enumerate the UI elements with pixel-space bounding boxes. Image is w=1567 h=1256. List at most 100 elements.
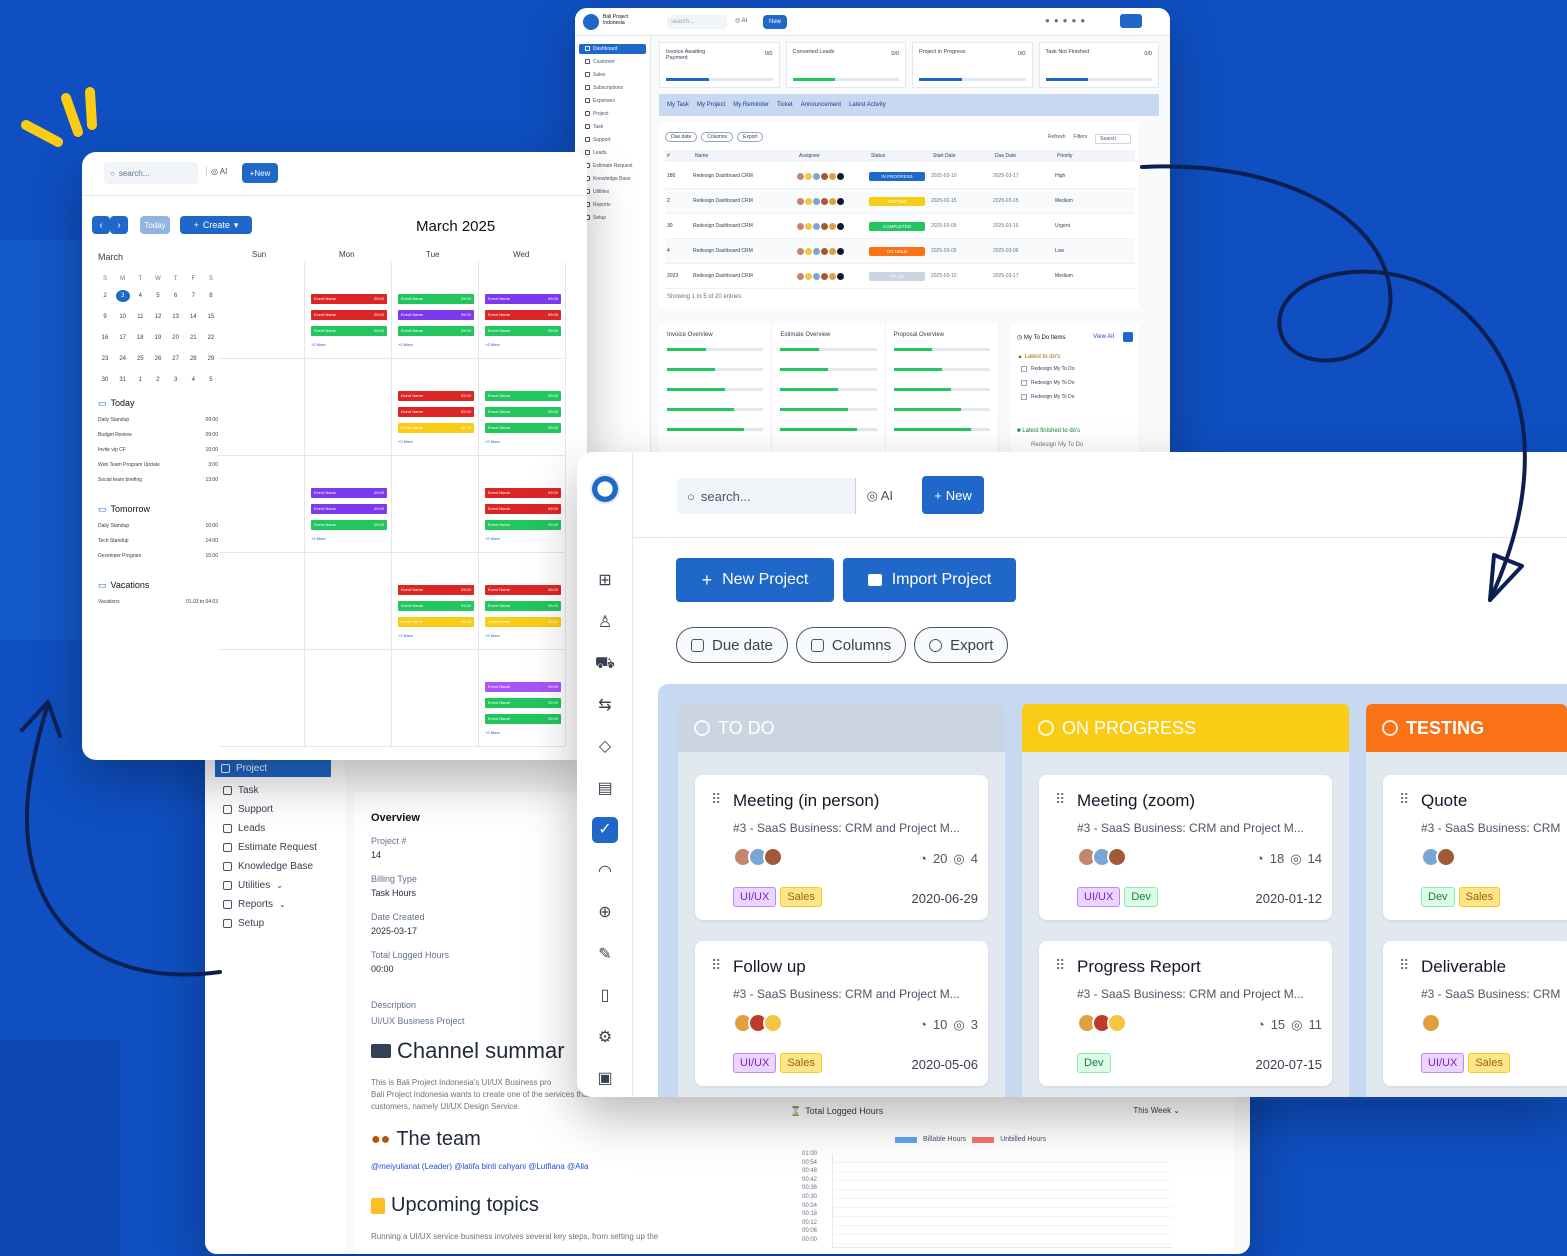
mini-day[interactable]: 22 [204,332,218,344]
calendar-day-cell[interactable] [305,553,392,650]
report-nav-item[interactable]: Task [223,785,345,796]
drag-handle-icon[interactable]: ⠿ [1399,957,1409,974]
dashboard-tab[interactable]: My Reminder [733,102,769,108]
mini-day[interactable]: 3 [115,290,130,302]
checkbox[interactable] [1021,394,1027,400]
calendar-day-cell[interactable] [218,262,305,359]
calendar-event[interactable]: Event Name 09:00 [398,391,474,401]
mini-day[interactable]: 18 [133,332,147,344]
kanban-card[interactable]: ⠿ Meeting (in person) #3 - SaaS Business: … [695,775,988,920]
calendar-event[interactable]: Event Name 09:00 [398,423,474,433]
mini-day[interactable]: 21 [186,332,200,344]
report-nav-item[interactable]: Knowledge Base [223,861,345,872]
kanban-card[interactable]: ⠿ Deliverable #3 - SaaS Business: CRM UI/UX… [1383,941,1567,1086]
calendar-event[interactable]: Event Name 09:00 [311,310,387,320]
mini-day[interactable]: 12 [151,311,165,323]
more-events-link[interactable]: +2 More [485,536,500,541]
kanban-card[interactable]: ⠿ Quote #3 - SaaS Business: CRM Dev Sales [1383,775,1567,920]
mini-day[interactable]: 24 [116,353,130,365]
calendar-event[interactable]: Event Name 09:00 [398,326,474,336]
filter-pill-export[interactable]: Export [914,627,1009,663]
headset-icon[interactable]: ◠ [592,859,618,885]
calendar-day-cell[interactable]: Event Name 09:00 Event Name 09:00 Event Name… [479,359,566,456]
mini-day[interactable]: 4 [133,290,147,302]
grid-icon[interactable]: ⊞ [592,568,618,594]
mini-day[interactable]: 14 [186,311,200,323]
calendar-event[interactable]: Event Name 09:00 [485,698,561,708]
dashboard-tab[interactable]: My Project [697,102,725,108]
dashboard-tab[interactable]: My Task [667,102,689,108]
calendar-day-cell[interactable] [392,650,479,747]
calendar-event[interactable]: Event Name 09:00 [485,391,561,401]
calendar-day-cell[interactable]: Event Name 09:00 Event Name 09:00 Event Name… [479,262,566,359]
report-nav-item[interactable]: Support [223,804,345,815]
table-filter-pill[interactable]: Export [737,132,764,142]
mini-day[interactable]: 9 [98,311,112,323]
mini-day[interactable]: 26 [151,353,165,365]
file-icon[interactable]: ▤ [592,776,618,802]
calendar-event[interactable]: Event Name 09:00 [398,601,474,611]
calendar-event[interactable]: Event Name 09:00 [311,326,387,336]
dashboard-nav-item[interactable]: Sales [579,70,646,80]
dashboard-tab[interactable]: Latest Activity [849,102,886,108]
calendar-ai-button[interactable]: ◎ AI [206,167,227,176]
team-line[interactable]: @meiyulianat (Leader) @latifa binti cahy… [371,1162,588,1171]
target-icon[interactable]: ⊕ [592,900,618,926]
mini-day[interactable]: 5 [151,290,165,302]
agenda-item[interactable]: Developer Program 15:00 [98,553,218,559]
calendar-event[interactable]: Event Name 09:00 [398,617,474,627]
dashboard-search[interactable]: search... [667,15,727,29]
calendar-event[interactable]: Event Name 09:00 [398,310,474,320]
mini-day[interactable]: 19 [151,332,165,344]
drag-handle-icon[interactable]: ⠿ [1399,791,1409,808]
agenda-item[interactable]: Daily Standup 09:00 [98,417,218,423]
dashboard-nav-item[interactable]: Utilities [579,187,646,197]
header-avatar[interactable] [1120,14,1142,28]
calendar-day-cell[interactable]: Event Name 09:00 Event Name 09:00 Event Name… [479,553,566,650]
dashboard-nav-item[interactable]: Estimate Request [579,161,646,171]
table-filter-pill[interactable]: Columns [701,132,734,142]
range-select[interactable]: This Week ⌄ [1133,1106,1180,1115]
calendar-event[interactable]: Event Name 09:00 [485,326,561,336]
kanban-card[interactable]: ⠿ Follow up #3 - SaaS Business: CRM and Pr… [695,941,988,1086]
mini-day[interactable]: 28 [186,353,200,365]
checkbox[interactable] [1021,380,1027,386]
dashboard-new-button[interactable]: New [763,15,787,29]
mini-day[interactable]: 27 [169,353,183,365]
table-row[interactable]: 4 Redesign Dashboard CRM ON HOLD 2025-03-05… [665,239,1135,264]
filter-pill-due-date[interactable]: Due date [676,627,788,663]
calendar-event[interactable]: Event Name 09:00 [485,585,561,595]
calendar-event[interactable]: Event Name 09:00 [398,407,474,417]
calendar-event[interactable]: Event Name 09:00 [485,488,561,498]
agenda-item[interactable]: Tech Standup 14:00 [98,538,218,544]
calendar-event[interactable]: Event Name 09:00 [485,407,561,417]
table-action[interactable]: Search [1095,134,1131,144]
calendar-event[interactable]: Event Name 09:00 [485,294,561,304]
reports-icon[interactable]: ▣ [592,1066,618,1092]
mini-day[interactable]: 7 [186,290,200,302]
dashboard-nav-item[interactable]: Subscriptions [579,83,646,93]
report-nav-item[interactable]: Leads [223,823,345,834]
agenda-item[interactable]: Budget Review 09:00 [98,432,218,438]
calendar-day-cell[interactable]: Event Name 09:00 Event Name 09:00 Event Name… [392,262,479,359]
calendar-day-cell[interactable] [305,359,392,456]
agenda-item[interactable]: Web Team Program Update 3:00 [98,462,218,468]
mini-day[interactable]: 10 [116,311,130,323]
calendar-day-cell[interactable]: Event Name 09:00 Event Name 09:00 Event Name… [392,359,479,456]
more-events-link[interactable]: +2 More [485,730,500,735]
calendar-day-cell[interactable]: Event Name 09:00 Event Name 09:00 Event Name… [479,650,566,747]
mini-day[interactable]: 29 [204,353,218,365]
ai-button[interactable]: ◎ AI [855,478,903,514]
report-nav-item[interactable]: Setup [223,918,345,929]
calendar-event[interactable]: Event Name 09:00 [398,294,474,304]
calendar-day-cell[interactable] [218,553,305,650]
dashboard-nav-item[interactable]: Task [579,122,646,132]
dashboard-nav-item[interactable]: Dashboard [579,44,646,54]
checkbox[interactable] [1021,366,1027,372]
calendar-event[interactable]: Event Name 09:00 [485,504,561,514]
dashboard-tab[interactable]: Announcement [801,102,841,108]
calendar-day-cell[interactable] [218,359,305,456]
more-events-link[interactable]: +2 More [485,439,500,444]
calendar-new-button[interactable]: + New [242,163,278,183]
table-row[interactable]: 2023 Redesign Dashboard CRM TO DO 2025-03-1… [665,264,1135,289]
